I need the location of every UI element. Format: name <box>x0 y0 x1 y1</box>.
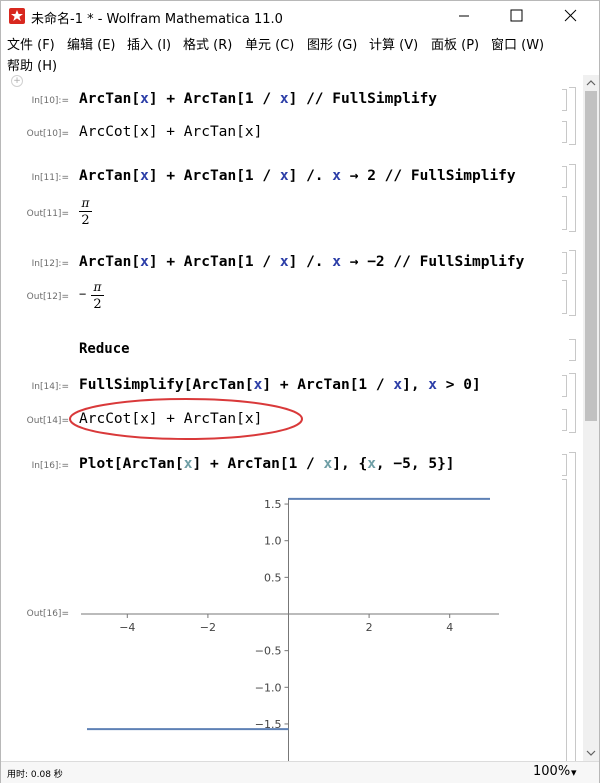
chevron-up-icon <box>586 80 596 86</box>
menu-evaluation[interactable]: 计算 (V) <box>369 34 418 53</box>
x-tick-label: −4 <box>119 621 135 634</box>
menu-bar: 文件 (F) 编辑 (E) 插入 (I) 格式 (R) 单元 (C) 图形 (G… <box>1 31 599 75</box>
y-tick-label: 0.5 <box>264 571 282 584</box>
close-button[interactable] <box>547 1 593 31</box>
maximize-icon <box>510 9 523 22</box>
status-bar: 用时: 0.08 秒 100% ▾ <box>1 761 599 783</box>
scroll-thumb[interactable] <box>585 91 597 421</box>
vertical-scrollbar[interactable] <box>583 75 599 761</box>
menu-format[interactable]: 格式 (R) <box>183 34 232 53</box>
title-bar[interactable]: 未命名-1 * - Wolfram Mathematica 11.0 <box>1 1 599 31</box>
x-tick-label: 2 <box>366 621 373 634</box>
menu-window[interactable]: 窗口 (W) <box>491 34 544 53</box>
mathematica-window: 未命名-1 * - Wolfram Mathematica 11.0 文件 (F… <box>0 0 600 783</box>
zoom-dropdown-icon[interactable]: ▾ <box>571 766 577 779</box>
scroll-down-button[interactable] <box>583 745 599 761</box>
menu-insert[interactable]: 插入 (I) <box>127 34 171 53</box>
menu-palettes[interactable]: 面板 (P) <box>431 34 479 53</box>
y-tick-label: −1.0 <box>255 681 282 694</box>
minimize-button[interactable] <box>441 1 487 31</box>
zoom-level[interactable]: 100% <box>533 764 570 779</box>
window-title: 未命名-1 * - Wolfram Mathematica 11.0 <box>31 12 283 27</box>
notebook-area[interactable]: + In[10]:= ArcTan[x] + ArcTan[1 / x] // … <box>1 75 583 761</box>
menu-graphics[interactable]: 图形 (G) <box>307 34 357 53</box>
menu-file[interactable]: 文件 (F) <box>7 34 55 53</box>
x-tick-label: 4 <box>446 621 453 634</box>
evaluation-time: 用时: 0.08 秒 <box>7 770 63 780</box>
y-tick-label: 1.0 <box>264 535 282 548</box>
plot-graphic[interactable]: −4 −2 2 41.51.00.5−0.5−1.0−1.5 <box>1 75 583 761</box>
minimize-icon <box>459 15 469 17</box>
menu-edit[interactable]: 编辑 (E) <box>67 34 116 53</box>
chevron-down-icon <box>586 750 596 756</box>
mathematica-logo-icon <box>9 8 25 24</box>
y-tick-label: 1.5 <box>264 498 282 511</box>
menu-cell[interactable]: 单元 (C) <box>245 34 294 53</box>
scroll-up-button[interactable] <box>583 75 599 91</box>
y-tick-label: −0.5 <box>255 645 282 658</box>
x-tick-label: −2 <box>200 621 216 634</box>
close-icon <box>564 9 577 22</box>
menu-help[interactable]: 帮助 (H) <box>7 55 57 74</box>
maximize-button[interactable] <box>493 1 539 31</box>
